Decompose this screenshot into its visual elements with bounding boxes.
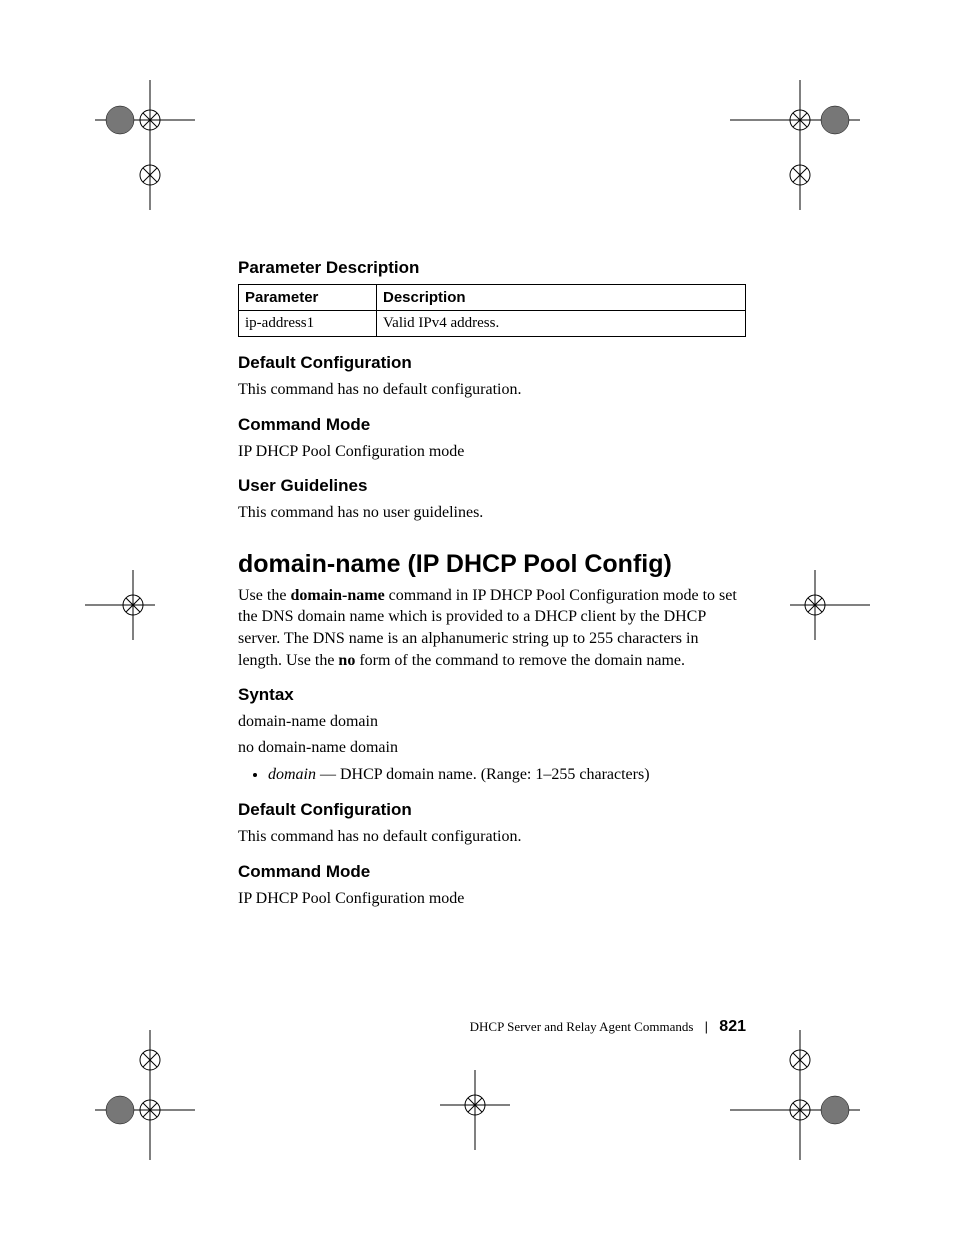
registration-mark-icon [440,1070,510,1150]
body-text: This command has no default configuratio… [238,379,746,401]
list-item: domain — DHCP domain name. (Range: 1–255… [268,764,746,786]
heading-syntax: Syntax [238,685,746,705]
command-intro: Use the domain-name command in IP DHCP P… [238,585,746,671]
syntax-bullet-list: domain — DHCP domain name. (Range: 1–255… [238,764,746,786]
footer-separator: | [697,1019,716,1034]
text-italic: domain [346,739,398,756]
text-bold: domain-name [290,587,384,604]
registration-mark-icon [85,570,155,640]
page-footer: DHCP Server and Relay Agent Commands | 8… [238,1018,746,1036]
table-header: Description [377,285,746,311]
heading-user-guidelines: User Guidelines [238,476,746,496]
registration-mark-icon [790,570,870,640]
heading-default-configuration: Default Configuration [238,800,746,820]
table-header: Parameter [239,285,377,311]
text-italic: domain [326,713,378,730]
registration-mark-icon [730,80,860,210]
footer-chapter: DHCP Server and Relay Agent Commands [470,1019,694,1034]
body-text: This command has no default configuratio… [238,826,746,848]
table-header-row: Parameter Description [239,285,746,311]
text-bold: no domain-name [238,739,346,756]
heading-parameter-description: Parameter Description [238,258,746,278]
command-title: domain-name (IP DHCP Pool Config) [238,550,746,579]
text-fragment: Use the [238,587,290,604]
heading-command-mode: Command Mode [238,862,746,882]
page-content: Parameter Description Parameter Descript… [238,258,746,923]
body-text: IP DHCP Pool Configuration mode [238,441,746,463]
text-fragment: form of the command to remove the domain… [355,652,685,669]
table-row: ip-address1 Valid IPv4 address. [239,311,746,337]
parameter-table: Parameter Description ip-address1 Valid … [238,284,746,337]
page-number: 821 [719,1018,746,1035]
heading-default-configuration: Default Configuration [238,353,746,373]
text-fragment: — DHCP domain name. (Range: 1–255 charac… [316,766,650,783]
table-cell: ip-address1 [239,311,377,337]
registration-mark-icon [730,1030,860,1160]
heading-command-mode: Command Mode [238,415,746,435]
body-text: IP DHCP Pool Configuration mode [238,888,746,910]
text-bold: no [338,652,355,669]
syntax-line: domain-name domain [238,711,746,733]
text-bold: domain-name [238,713,326,730]
registration-mark-icon [95,1030,195,1160]
text-italic: domain [268,766,316,783]
syntax-line: no domain-name domain [238,737,746,759]
registration-mark-icon [95,80,195,210]
table-cell: Valid IPv4 address. [377,311,746,337]
body-text: This command has no user guidelines. [238,502,746,524]
